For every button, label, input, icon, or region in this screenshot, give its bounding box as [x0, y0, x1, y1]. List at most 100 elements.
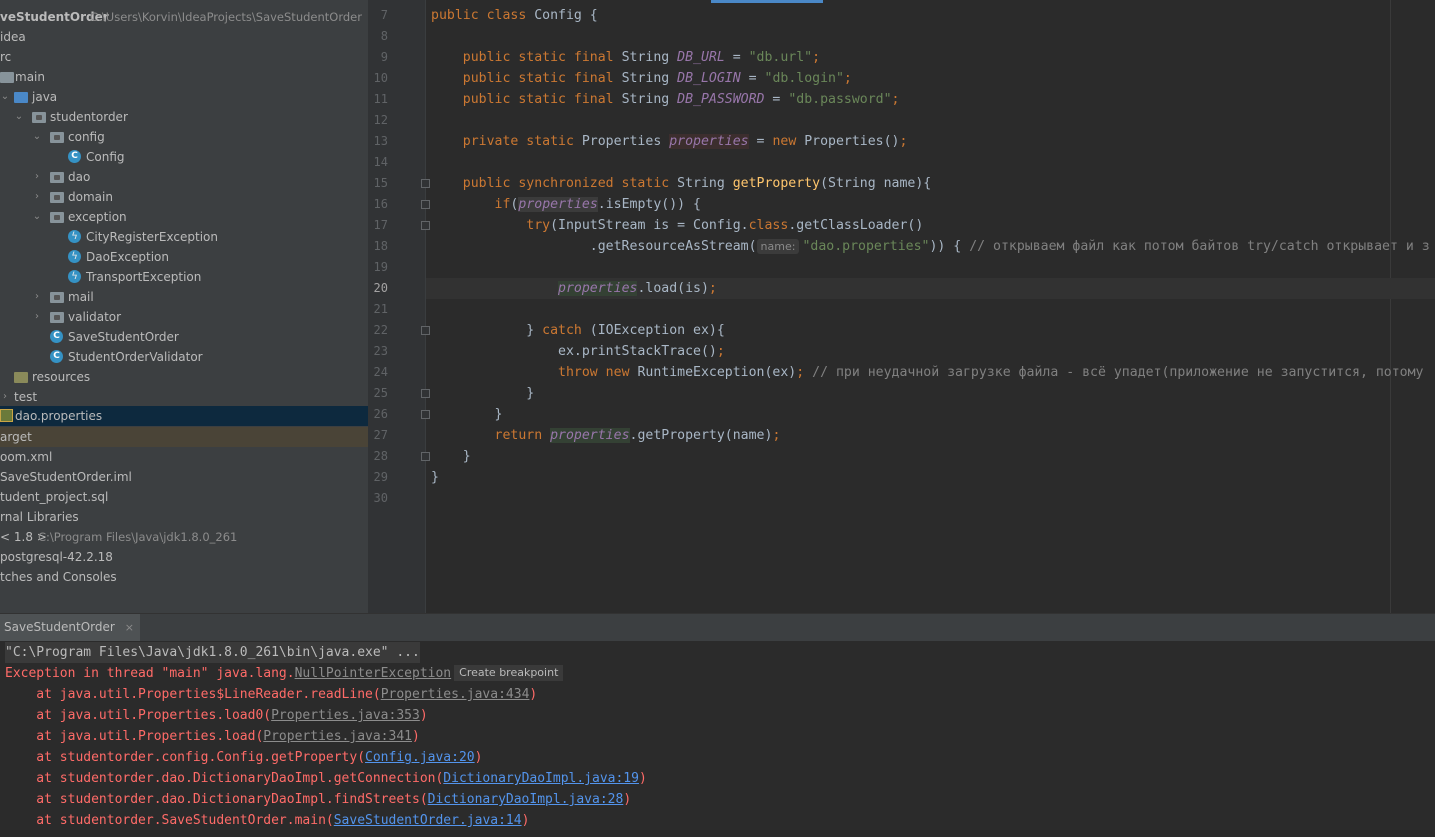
line-number: 9: [380, 50, 388, 64]
right-margin-guide: [1390, 0, 1391, 613]
tree-item-exception[interactable]: ⌄ exception: [0, 207, 368, 227]
console-command-line: "C:\Program Files\Java\jdk1.8.0_261\bin\…: [5, 642, 420, 663]
code-editor[interactable]: 7 8 9 10 11 12 13 14 15 16 17 18 19 20 21 22 23 24 25 26 27 2…: [368, 0, 1435, 613]
chevron-right-icon[interactable]: ›: [32, 312, 42, 322]
tree-item-postgresql[interactable]: postgresql-42.2.18: [0, 547, 368, 567]
run-console[interactable]: "C:\Program Files\Java\jdk1.8.0_261\bin\…: [0, 641, 1435, 837]
tree-item-city-register-exception[interactable]: ϟ CityRegisterException: [0, 227, 368, 247]
chevron-down-icon[interactable]: ⌄: [32, 132, 42, 142]
run-tab-save-student-order[interactable]: SaveStudentOrder ×: [0, 614, 141, 641]
code-line-23: ex.printStackTrace();: [431, 344, 725, 359]
tree-item-dao-exception[interactable]: ϟ DaoException: [0, 247, 368, 267]
chevron-right-icon[interactable]: ›: [32, 292, 42, 302]
active-tab-indicator: [711, 0, 823, 3]
fold-marker-icon[interactable]: [421, 179, 430, 188]
tree-item-dao-properties[interactable]: dao.properties: [0, 406, 368, 426]
stack-frame-tail: ): [412, 729, 420, 744]
line-number: 23: [373, 344, 388, 358]
tree-item-label: StudentOrderValidator: [68, 350, 203, 364]
fold-marker-icon[interactable]: [421, 326, 430, 335]
chevron-down-icon[interactable]: ⌄: [32, 212, 42, 222]
line-number: 30: [373, 491, 388, 505]
tree-item-transport-exception[interactable]: ϟ TransportException: [0, 267, 368, 287]
fold-marker-icon[interactable]: [421, 410, 430, 419]
tree-item-label: mail: [68, 290, 94, 304]
tree-item-student-order-validator[interactable]: C StudentOrderValidator: [0, 347, 368, 367]
tree-item-test[interactable]: › test: [0, 387, 368, 407]
fold-marker-icon[interactable]: [421, 389, 430, 398]
line-number: 13: [373, 134, 388, 148]
tree-item-iml[interactable]: SaveStudentOrder.iml: [0, 467, 368, 487]
tree-item-resources[interactable]: resources: [0, 367, 368, 387]
stack-frame-link[interactable]: DictionaryDaoImpl.java:28: [428, 792, 624, 807]
code-line-17: try(InputStream is = Config.class.getCla…: [526, 218, 924, 233]
class-icon: C: [50, 350, 63, 363]
stack-frame-text: at java.util.Properties$LineReader.readL…: [5, 687, 381, 702]
chevron-right-icon[interactable]: ›: [0, 392, 10, 402]
stack-frame-link[interactable]: Properties.java:341: [263, 729, 412, 744]
tree-item-config-class[interactable]: C Config: [0, 147, 368, 167]
source-folder-icon: [14, 92, 28, 103]
stack-frame-link[interactable]: DictionaryDaoImpl.java:19: [443, 771, 639, 786]
fold-marker-icon[interactable]: [421, 200, 430, 209]
chevron-down-icon[interactable]: ⌄: [0, 92, 10, 102]
close-icon[interactable]: ×: [125, 621, 134, 634]
tree-item-validator[interactable]: › validator: [0, 307, 368, 327]
fold-marker-icon[interactable]: [421, 221, 430, 230]
tree-item-domain[interactable]: › domain: [0, 187, 368, 207]
tree-item-project-root[interactable]: veStudentOrder C:\Users\Korvin\IdeaProje…: [0, 7, 368, 27]
tree-item-java[interactable]: ⌄ java: [0, 87, 368, 107]
stack-frame-link[interactable]: Config.java:20: [365, 750, 475, 765]
tree-item-dao[interactable]: › dao: [0, 167, 368, 187]
line-number: 29: [373, 470, 388, 484]
tree-item-label: exception: [68, 210, 127, 224]
tree-item-src[interactable]: rc: [0, 47, 368, 67]
tree-item-target[interactable]: arget: [0, 427, 368, 447]
tree-item-jdk[interactable]: < 1.8 > C:\Program Files\Java\jdk1.8.0_2…: [0, 527, 368, 547]
stack-frame: at java.util.Properties$LineReader.readL…: [5, 684, 537, 705]
package-icon: [50, 192, 64, 203]
tree-item-save-student-order[interactable]: C SaveStudentOrder: [0, 327, 368, 347]
tree-item-mail[interactable]: › mail: [0, 287, 368, 307]
package-icon: [50, 172, 64, 183]
run-tool-window-header: SaveStudentOrder ×: [0, 614, 1435, 641]
line-number: 18: [373, 239, 388, 253]
line-number: 26: [373, 407, 388, 421]
class-icon: C: [50, 330, 63, 343]
code-line-27: return properties.getProperty(name);: [494, 428, 781, 443]
tree-item-label: SaveStudentOrder: [68, 330, 179, 344]
stack-frame: at java.util.Properties.load0(Properties…: [5, 705, 428, 726]
stack-frame-tail: ): [419, 708, 428, 723]
stack-frame-link[interactable]: Properties.java:434: [381, 687, 530, 702]
package-icon: [50, 212, 64, 223]
tree-item-config[interactable]: ⌄ config: [0, 127, 368, 147]
stack-frame-link[interactable]: SaveStudentOrder.java:14: [334, 813, 522, 828]
code-line-9: public static final String DB_URL = "db.…: [462, 50, 821, 65]
exception-class-icon: ϟ: [68, 250, 81, 263]
tree-item-pom[interactable]: oom.xml: [0, 447, 368, 467]
create-breakpoint-button[interactable]: Create breakpoint: [454, 665, 564, 681]
code-comment: // открываем файл как потом байтов try/c…: [969, 239, 1430, 254]
exception-class-link[interactable]: NullPointerException: [295, 666, 452, 681]
code-line-7: public class Config {: [431, 8, 598, 23]
tree-item-idea[interactable]: idea: [0, 27, 368, 47]
chevron-right-icon[interactable]: ›: [32, 172, 42, 182]
tree-item-studentorder[interactable]: ⌄ studentorder: [0, 107, 368, 127]
fold-marker-icon[interactable]: [421, 452, 430, 461]
tree-item-sql[interactable]: tudent_project.sql: [0, 487, 368, 507]
line-number: 16: [373, 197, 388, 211]
stack-frame-text: at java.util.Properties.load0(: [5, 708, 272, 723]
tree-item-label: dao.properties: [15, 409, 103, 423]
jdk-path: C:\Program Files\Java\jdk1.8.0_261: [38, 530, 238, 544]
tree-item-main[interactable]: main: [0, 67, 368, 87]
stack-frame-link[interactable]: Properties.java:353: [271, 708, 420, 723]
tree-item-label: DaoException: [86, 250, 169, 264]
tree-item-scratches[interactable]: tches and Consoles: [0, 567, 368, 587]
tree-item-external-libraries[interactable]: rnal Libraries: [0, 507, 368, 527]
tree-item-label: rc: [0, 50, 12, 64]
chevron-right-icon[interactable]: ›: [32, 192, 42, 202]
chevron-down-icon[interactable]: ⌄: [14, 112, 24, 122]
tree-item-label: postgresql-42.2.18: [0, 550, 113, 564]
code-comment: // при неудачной загрузке файла - всё уп…: [812, 365, 1424, 380]
package-icon: [32, 112, 46, 123]
